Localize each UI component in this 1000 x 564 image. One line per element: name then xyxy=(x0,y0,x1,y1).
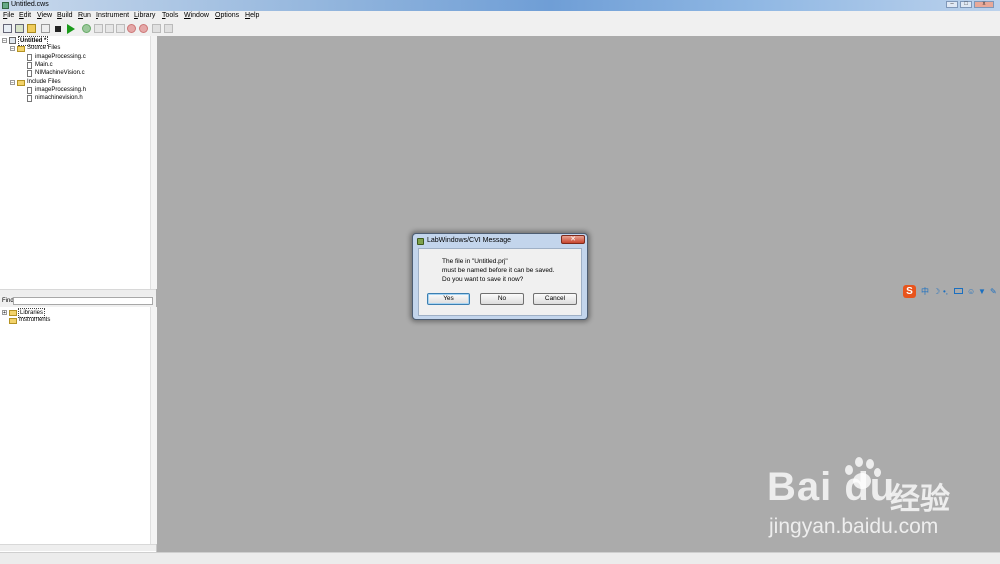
message-line: must be named before it can be saved. xyxy=(442,267,555,274)
menu-instrument[interactable]: Instrument xyxy=(96,12,129,19)
watermark-jingyan: 经验 xyxy=(890,482,950,517)
menu-view[interactable]: View xyxy=(37,12,52,19)
collapse-toggle[interactable]: − xyxy=(2,38,7,44)
step-over-icon[interactable] xyxy=(94,24,103,33)
library-scrollbar-vertical[interactable] xyxy=(150,307,157,544)
library-scrollbar-horizontal[interactable] xyxy=(0,544,156,551)
folder-icon xyxy=(9,318,17,324)
dialog-body: The file in "Untitled.prj" must be named… xyxy=(418,248,582,316)
folder-open-icon[interactable] xyxy=(27,24,36,33)
cancel-button[interactable]: Cancel xyxy=(533,293,577,305)
maximize-button[interactable]: □ xyxy=(960,1,972,8)
step-out-icon[interactable] xyxy=(116,24,125,33)
project-icon xyxy=(9,37,16,44)
message-line: The file in "Untitled.prj" xyxy=(442,258,508,265)
stop-icon[interactable] xyxy=(55,26,61,32)
find-label: Find xyxy=(2,298,14,304)
clear-breakpoint-icon[interactable] xyxy=(139,24,148,33)
cvi-app-icon xyxy=(417,238,424,245)
variables-icon[interactable] xyxy=(164,24,173,33)
go-icon[interactable] xyxy=(82,24,91,33)
menu-edit[interactable]: Edit xyxy=(19,12,31,19)
tree-scrollbar-horizontal[interactable] xyxy=(0,289,156,296)
watch-icon[interactable] xyxy=(152,24,161,33)
folder-icon xyxy=(17,80,25,86)
c-file-icon xyxy=(27,54,32,61)
run-icon[interactable] xyxy=(67,24,75,34)
wrench-icon[interactable]: ✎ xyxy=(990,287,997,296)
instruments-node[interactable]: Instruments xyxy=(19,316,50,324)
message-dialog: LabWindows/CVI Message ✕ The file in "Un… xyxy=(412,233,588,320)
menu-window[interactable]: Window xyxy=(184,12,209,19)
menu-tools[interactable]: Tools xyxy=(162,12,178,19)
include-files-folder[interactable]: Include Files xyxy=(27,78,61,86)
close-window-button[interactable]: x xyxy=(974,1,994,8)
tree-scrollbar-vertical[interactable] xyxy=(150,36,157,289)
folder-icon xyxy=(17,46,25,52)
message-line: Do you want to save it now? xyxy=(442,276,524,283)
h-file-icon xyxy=(27,95,32,102)
tree-file[interactable]: imageProcessing.c xyxy=(35,53,86,61)
tree-file[interactable]: NIMachineVision.c xyxy=(35,69,85,77)
open-file-icon[interactable] xyxy=(15,24,24,33)
tree-file[interactable]: imageProcessing.h xyxy=(35,86,86,94)
find-input[interactable] xyxy=(13,297,153,305)
expand-toggle[interactable]: + xyxy=(2,310,7,316)
ime-mode[interactable]: 中 xyxy=(921,287,929,296)
menu-build[interactable]: Build xyxy=(57,12,73,19)
source-files-folder[interactable]: Source Files xyxy=(27,44,60,52)
window-title: Untitled.cws xyxy=(11,1,49,8)
project-tree: − Untitled * − Source Files imageProcess… xyxy=(0,36,157,289)
collapse-toggle[interactable]: − xyxy=(10,46,15,52)
breakpoint-icon[interactable] xyxy=(127,24,136,33)
user-icon[interactable]: ☺ xyxy=(967,287,975,296)
folder-icon xyxy=(9,310,17,316)
c-file-icon xyxy=(27,62,32,69)
debug-step-icon[interactable] xyxy=(41,24,50,33)
watermark-logo: Bai du xyxy=(767,465,896,509)
moon-icon[interactable]: ☽ xyxy=(933,287,940,296)
c-file-icon xyxy=(27,70,32,77)
h-file-icon xyxy=(27,87,32,94)
watermark-url: jingyan.baidu.com xyxy=(769,515,939,538)
toolbar xyxy=(0,22,1000,37)
menu-library[interactable]: Library xyxy=(134,12,155,19)
ime-toolbar: S 中 ☽ •, ☺ ▼ ✎ xyxy=(903,285,1000,298)
minimize-button[interactable]: – xyxy=(946,1,958,8)
tree-file[interactable]: Main.c xyxy=(35,61,53,69)
yes-button[interactable]: Yes xyxy=(427,293,470,305)
menu-run[interactable]: Run xyxy=(78,12,91,19)
app-icon xyxy=(2,2,9,9)
sogou-logo-icon[interactable]: S xyxy=(903,285,916,298)
new-project-icon[interactable] xyxy=(3,24,12,33)
keyboard-icon[interactable] xyxy=(954,288,963,294)
menu-file[interactable]: File xyxy=(3,12,14,19)
menu-bar: File Edit View Build Run Instrument Libr… xyxy=(0,11,1000,22)
dialog-close-button[interactable]: ✕ xyxy=(561,235,585,244)
dialog-title: LabWindows/CVI Message xyxy=(427,237,512,244)
status-bar xyxy=(0,552,1000,564)
skin-icon[interactable]: ▼ xyxy=(978,287,986,296)
step-into-icon[interactable] xyxy=(105,24,114,33)
menu-help[interactable]: Help xyxy=(245,12,259,19)
library-tree: + Libraries Instruments xyxy=(0,307,157,552)
title-bar: Untitled.cws – □ x xyxy=(0,0,1000,11)
no-button[interactable]: No xyxy=(480,293,524,305)
menu-options[interactable]: Options xyxy=(215,12,239,19)
punctuation-icon[interactable]: •, xyxy=(943,287,948,296)
tree-file[interactable]: nimachinevision.h xyxy=(35,94,83,102)
collapse-toggle[interactable]: − xyxy=(10,80,15,86)
